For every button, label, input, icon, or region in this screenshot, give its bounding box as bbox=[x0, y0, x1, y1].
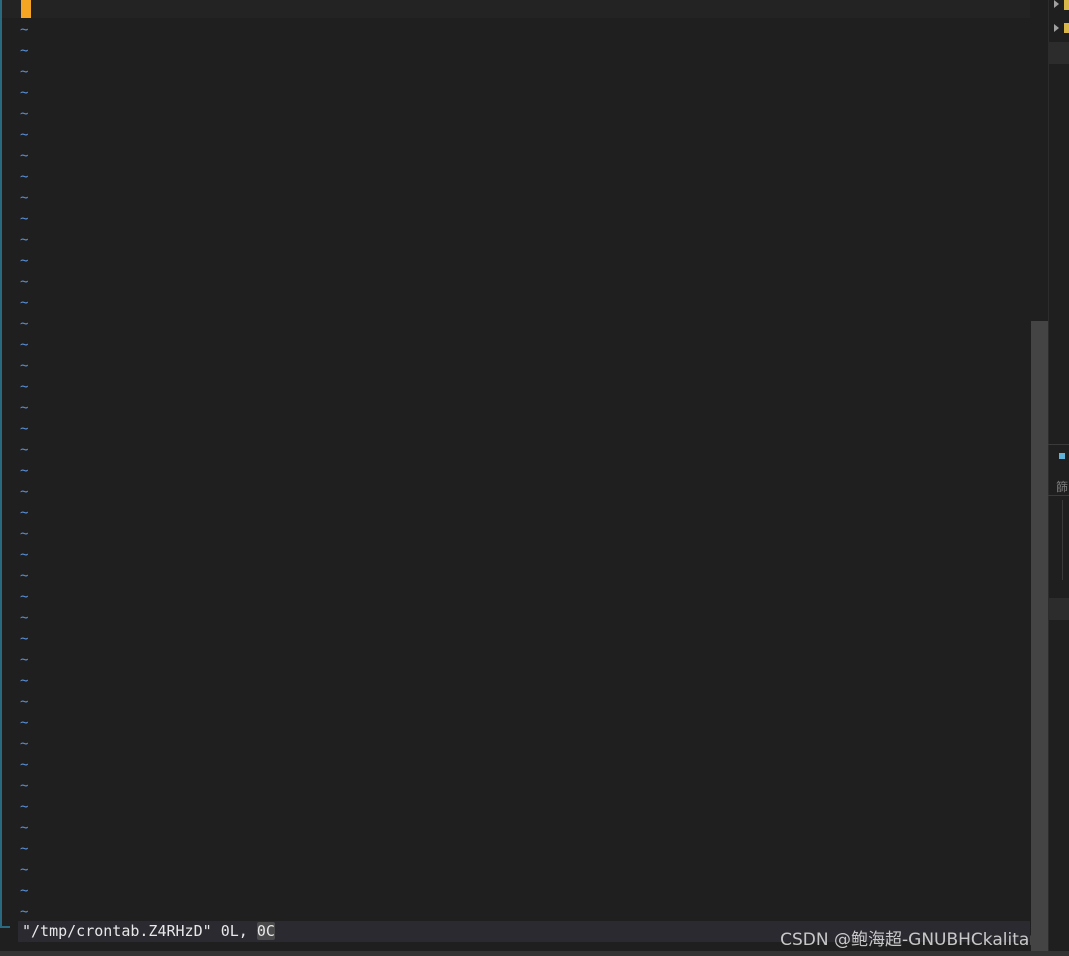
empty-line-marker: ~ bbox=[20, 253, 29, 269]
side-panel bbox=[1048, 0, 1069, 951]
empty-line-marker: ~ bbox=[20, 43, 29, 59]
empty-line-marker: ~ bbox=[20, 274, 29, 290]
current-line-highlight bbox=[0, 0, 1030, 18]
empty-line-marker: ~ bbox=[20, 463, 29, 479]
folder-icon[interactable] bbox=[1064, 0, 1069, 10]
empty-line-marker: ~ bbox=[20, 589, 29, 605]
empty-line-marker: ~ bbox=[20, 400, 29, 416]
empty-line-marker: ~ bbox=[20, 148, 29, 164]
side-panel-selected-row[interactable] bbox=[1048, 42, 1069, 64]
empty-line-marker: ~ bbox=[20, 337, 29, 353]
empty-line-marker: ~ bbox=[20, 904, 29, 920]
square-dot-icon bbox=[1059, 453, 1065, 459]
empty-line-marker: ~ bbox=[20, 736, 29, 752]
empty-line-marker: ~ bbox=[20, 127, 29, 143]
empty-line-marker: ~ bbox=[20, 862, 29, 878]
empty-line-marker: ~ bbox=[20, 169, 29, 185]
text-cursor bbox=[21, 0, 31, 18]
empty-line-marker: ~ bbox=[20, 484, 29, 500]
empty-line-marker: ~ bbox=[20, 568, 29, 584]
empty-line-marker: ~ bbox=[20, 631, 29, 647]
empty-line-marker: ~ bbox=[20, 883, 29, 899]
empty-line-marker: ~ bbox=[20, 85, 29, 101]
chevron-right-icon[interactable] bbox=[1054, 24, 1059, 32]
side-panel-label: 篩 bbox=[1056, 480, 1069, 494]
empty-line-marker: ~ bbox=[20, 694, 29, 710]
watermark: CSDN @鲍海超-GNUBHCkalitarro bbox=[780, 930, 1053, 950]
side-panel-divider bbox=[1048, 444, 1069, 445]
empty-line-marker: ~ bbox=[20, 379, 29, 395]
empty-line-marker: ~ bbox=[20, 421, 29, 437]
empty-line-marker: ~ bbox=[20, 778, 29, 794]
empty-line-markers: ~ ~ ~ ~ ~ ~ ~ ~ ~ ~ ~ ~ ~ ~ ~ ~ ~ ~ ~ ~ ~ ~ ~ ~ ~ ~ ~ ~ ~ ~ ~ ~ ~ ~ ~ ~ ~ ~ ~ ~… bbox=[20, 20, 36, 923]
empty-line-marker: ~ bbox=[20, 547, 29, 563]
empty-line-marker: ~ bbox=[20, 505, 29, 521]
scrollbar-thumb[interactable] bbox=[1031, 321, 1048, 951]
empty-line-marker: ~ bbox=[20, 799, 29, 815]
empty-line-marker: ~ bbox=[20, 715, 29, 731]
status-message: "/tmp/crontab.Z4RHzD" 0L, 0C bbox=[22, 921, 275, 942]
empty-line-marker: ~ bbox=[20, 295, 29, 311]
empty-line-marker: ~ bbox=[20, 442, 29, 458]
empty-line-marker: ~ bbox=[20, 526, 29, 542]
terminal-window: ~ ~ ~ ~ ~ ~ ~ ~ ~ ~ ~ ~ ~ ~ ~ ~ ~ ~ ~ ~ ~ ~ ~ ~ ~ ~ ~ ~ ~ ~ ~ ~ ~ ~ ~ ~ ~ ~ ~ ~… bbox=[0, 0, 1069, 956]
empty-line-marker: ~ bbox=[20, 316, 29, 332]
empty-line-marker: ~ bbox=[20, 232, 29, 248]
bottom-strip bbox=[0, 951, 1069, 956]
empty-line-marker: ~ bbox=[20, 673, 29, 689]
left-gutter-foot bbox=[0, 926, 10, 928]
empty-line-marker: ~ bbox=[20, 610, 29, 626]
status-char-count: 0C bbox=[256, 922, 275, 940]
status-line-count: 0L, bbox=[220, 922, 248, 940]
empty-line-marker: ~ bbox=[20, 652, 29, 668]
empty-line-marker: ~ bbox=[20, 22, 29, 38]
side-panel-row[interactable] bbox=[1048, 598, 1069, 620]
chevron-right-icon[interactable] bbox=[1054, 0, 1059, 8]
empty-line-marker: ~ bbox=[20, 190, 29, 206]
empty-line-marker: ~ bbox=[20, 820, 29, 836]
empty-line-marker: ~ bbox=[20, 211, 29, 227]
status-filename: "/tmp/crontab.Z4RHzD" bbox=[22, 922, 212, 940]
empty-line-marker: ~ bbox=[20, 358, 29, 374]
empty-line-marker: ~ bbox=[20, 106, 29, 122]
left-gutter-line bbox=[0, 0, 2, 928]
empty-line-marker: ~ bbox=[20, 841, 29, 857]
empty-line-marker: ~ bbox=[20, 757, 29, 773]
empty-line-marker: ~ bbox=[20, 64, 29, 80]
side-panel-guide bbox=[1062, 500, 1063, 580]
folder-icon[interactable] bbox=[1064, 23, 1069, 33]
side-panel-divider bbox=[1048, 495, 1069, 496]
